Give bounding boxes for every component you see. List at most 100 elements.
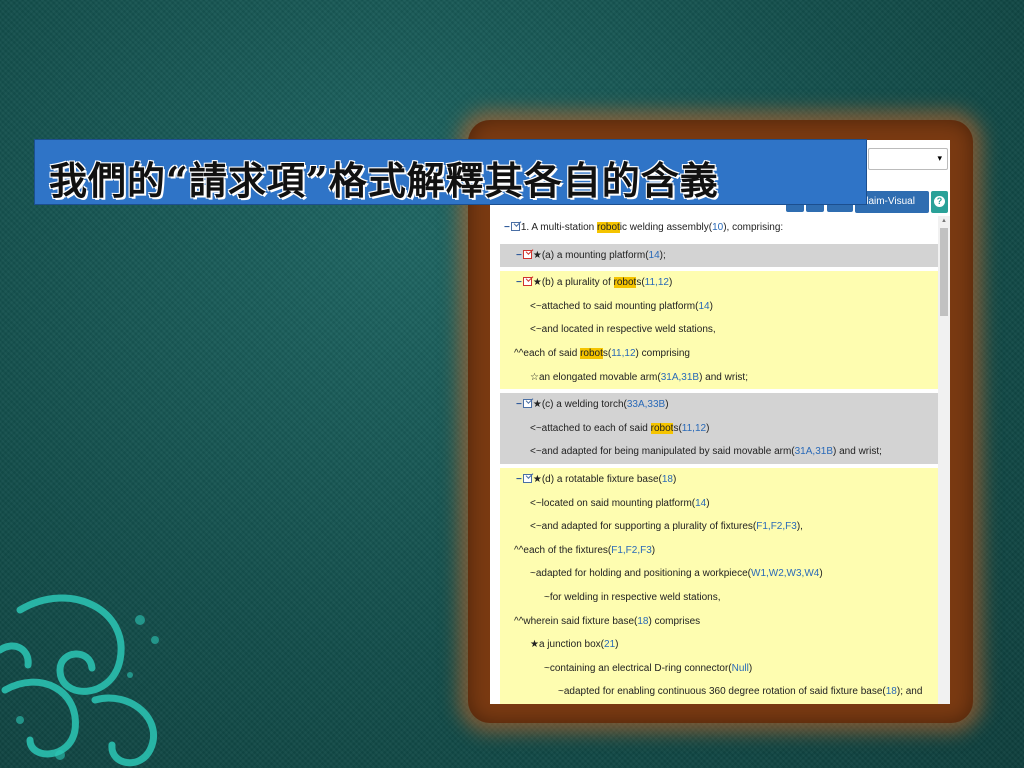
reference-number[interactable]: 21 [604,639,615,650]
reference-number[interactable]: 31A,31B [795,446,833,457]
claim-text: ), comprising: [723,222,784,233]
claim-row: <~and located in respective weld station… [500,318,938,342]
edit-checkbox-icon[interactable] [522,473,532,483]
claim-text: ) [706,497,710,509]
claim-text: ) [651,544,656,556]
star-icon: ★ [532,249,542,261]
edit-checkbox-icon[interactable] [510,222,520,231]
edit-checkbox-icon[interactable] [522,399,532,409]
claim-row: − ★(c) a welding torch(33A,33B) [500,393,938,417]
title-banner: 我們的“請求項”格式解釋其各自的含義 [34,139,867,205]
reference-number[interactable]: 11,12 [611,348,635,359]
highlighted-term: robot [650,422,674,434]
claim-text: ), [796,521,803,533]
claim-text: (b) a plurality of [541,277,614,289]
reference-number[interactable]: Null [732,663,749,674]
claim-row: <~and adapted for supporting a plurality… [500,515,938,539]
claim-text: (c) a welding torch( [541,399,627,411]
reference-number[interactable]: 14 [649,250,660,261]
reference-number[interactable]: 11,12 [682,423,706,434]
claim-text: s( [636,277,645,289]
chevron-down-icon: ▾ [937,153,942,163]
reference-number[interactable]: 33A,33B [627,399,665,410]
claim-text: ) [673,473,677,485]
claim-text: ); [659,249,666,261]
claim-text: ) [706,422,710,434]
claim-text: ) and wrist; [699,371,748,383]
claims-list: −1. A multi-station robotic welding asse… [490,216,938,704]
claim-text: ^^each of the fixtures( [514,544,612,556]
star-icon: ★ [532,399,542,411]
claim-row: − ★(a) a mounting platform(14); [500,243,938,268]
reference-number[interactable]: 18 [886,686,897,697]
reference-number[interactable]: 11,12 [645,277,669,288]
scrollbar-thumb[interactable] [940,228,948,316]
claim-text: ); and [896,686,923,698]
collapse-toggle[interactable]: − [516,474,522,485]
edit-checkbox-icon[interactable] [522,277,532,287]
decorative-swirl [0,594,159,767]
claim-text: ) comprises [648,615,701,627]
star-icon: ★ [532,473,542,485]
claim-text: 1. A multi-station [520,222,597,233]
collapse-toggle[interactable]: − [504,222,510,233]
view-select[interactable]: ▾ [868,148,948,170]
scrollbar[interactable]: ▲ [938,216,950,704]
claim-text: ^^each of said [514,347,581,359]
claim-row: − ★(d) a rotatable fixture base(18) [500,467,938,492]
highlighted-term: robot [580,347,603,359]
reference-number[interactable]: 18 [637,616,648,627]
help-icon: ? [934,196,945,207]
reference-number[interactable]: 14 [695,498,706,509]
claim-row: ~for welding in respective weld stations… [500,585,938,610]
claim-text: <~and located in respective weld station… [530,324,716,336]
claim-text: ) [668,277,673,289]
claim-row: ^^each of said robots(11,12) comprising [500,341,938,366]
collapse-toggle[interactable]: − [516,399,522,410]
claim-text: ) [819,568,823,580]
claim-row: ~containing an electrical D-ring connect… [500,656,938,681]
claim-text: ) [615,639,619,651]
claim-row: <~attached to said mounting platform(14) [500,294,938,319]
claim-row: <~and adapted for being manipulated by s… [500,440,938,464]
reference-number[interactable]: W1,W2,W3,W4 [751,568,819,579]
scroll-up-icon[interactable]: ▲ [941,218,947,224]
claim-row: −1. A multi-station robotic welding asse… [490,216,938,240]
claim-text: ) and wrist; [833,446,882,458]
claim-text: <~attached to each of said [530,422,651,434]
claim-text: <~attached to said mounting platform( [530,300,699,312]
claim-row: ★a junction box(21) [500,633,938,657]
claim-text: ~adapted for holding and positioning a w… [530,568,751,580]
edit-checkbox-icon[interactable] [522,249,532,259]
claim-text: ~for welding in respective weld stations… [544,591,721,603]
help-button[interactable]: ? [931,191,948,213]
claim-text: ) [665,399,669,411]
claim-row: ~adapted for holding and positioning a w… [500,562,938,586]
claim-text: ^^wherein said fixture base( [514,615,638,627]
reference-number[interactable]: F1,F2,F3 [611,545,652,556]
reference-number[interactable]: 18 [662,474,673,485]
collapse-toggle[interactable]: − [516,277,522,288]
claim-row: ☆an elongated movable arm(31A,31B) and w… [500,365,938,390]
reference-number[interactable]: 14 [698,301,709,312]
claim-row: − ★(b) a plurality of robots(11,12) [500,271,938,295]
claim-text: ☆an elongated movable arm( [530,371,661,383]
collapse-toggle[interactable]: − [516,250,522,261]
claim-text: <~and adapted for supporting a plurality… [530,521,757,533]
star-icon: ★ [532,277,542,289]
claim-text: s( [673,422,682,434]
highlighted-term: robot [597,222,620,233]
claim-viewer-screenshot: ▾ Claim-Visual ? −1. A multi-station rob… [490,140,950,704]
reference-number[interactable]: 10 [712,222,723,233]
claim-text: <~located on said mounting platform( [530,497,696,509]
claim-text: ★a junction box( [530,639,605,651]
reference-number[interactable]: 31A,31B [661,372,699,383]
highlighted-term: robot [613,277,637,289]
claim-text: ) [709,300,713,312]
claim-text: <~and adapted for being manipulated by s… [530,446,795,458]
claim-row: ^^each of the fixtures(F1,F2,F3) [500,538,938,563]
claim-text: ic welding assembly( [619,222,713,233]
page-title: 我們的“請求項”格式解釋其各自的含義 [49,158,719,203]
reference-number[interactable]: F1,F2,F3 [756,521,797,532]
claim-row: <~located on said mounting platform(14) [500,491,938,516]
